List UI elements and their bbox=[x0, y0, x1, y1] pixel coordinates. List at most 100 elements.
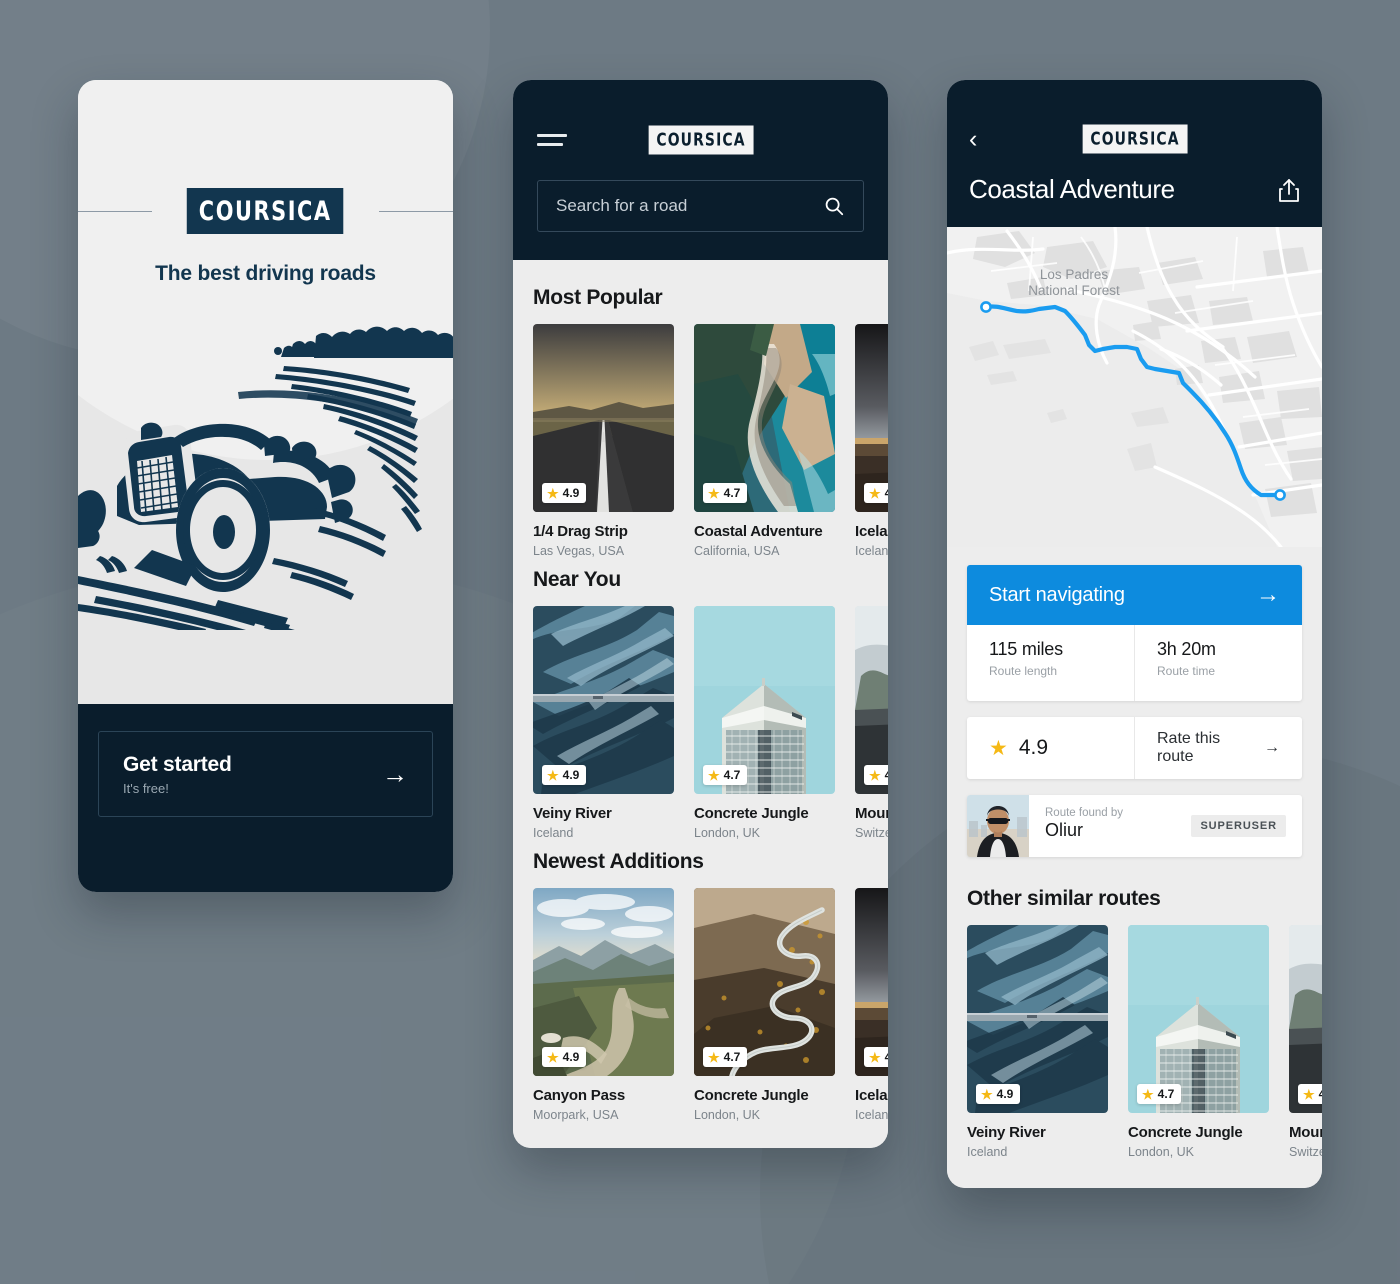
card-location: California, USA bbox=[694, 544, 780, 558]
card-carousel[interactable]: ★ 4.9 1/4 Drag Strip Las Vegas, USA ★ 4.… bbox=[513, 324, 888, 558]
card-title: Canyon Pass bbox=[533, 1087, 626, 1104]
author-kicker: Route found by bbox=[1045, 807, 1124, 819]
card-title: 1/4 Drag Strip bbox=[533, 523, 628, 540]
hamburger-menu-icon[interactable] bbox=[537, 134, 567, 146]
card-carousel[interactable]: ★ 4.9 Veiny River Iceland ★ 4.7 Concrete… bbox=[947, 925, 1322, 1159]
status-badge: ★ 4.6 bbox=[864, 483, 888, 503]
rating-value: 4.8 bbox=[885, 768, 888, 782]
divider-right bbox=[378, 210, 453, 212]
card-carousel[interactable]: ★ 4.9 Veiny River Iceland ★ 4.7 Concrete… bbox=[513, 606, 888, 840]
rating-value: 4.6 bbox=[885, 1050, 888, 1064]
rate-this-route-button[interactable]: Rate this route → bbox=[1134, 717, 1302, 779]
card-thumbnail-dark-plain-dusk: ★ 4.6 bbox=[855, 324, 888, 512]
card-title: Iceland Ring Road bbox=[855, 1087, 888, 1104]
status-badge: ★ 4.6 bbox=[864, 1047, 888, 1067]
list-item[interactable]: ★ 4.7 Concrete Jungle London, UK bbox=[694, 888, 835, 1122]
star-icon: ★ bbox=[708, 1049, 720, 1065]
search-icon[interactable] bbox=[823, 195, 845, 217]
brand-row: COURSICA bbox=[78, 188, 453, 234]
section-newest-additions: Newest Additions ★ 4.9 Canyon Pass Moorp… bbox=[513, 850, 888, 1122]
card-location: Moorpark, USA bbox=[533, 1108, 619, 1122]
avatar bbox=[967, 795, 1029, 857]
status-badge: ★ 4.7 bbox=[703, 1047, 748, 1067]
start-navigating-button[interactable]: Start navigating → bbox=[967, 565, 1302, 625]
list-item[interactable]: ★ 4.8 Mountain Pass Switzerland bbox=[1289, 925, 1322, 1159]
route-stats: 115 miles Route length 3h 20m Route time bbox=[967, 625, 1302, 701]
list-item[interactable]: ★ 4.7 Coastal Adventure California, USA bbox=[694, 324, 835, 558]
card-location: Iceland bbox=[855, 544, 888, 558]
card-thumbnail-desert-highway: ★ 4.9 bbox=[533, 324, 674, 512]
star-icon: ★ bbox=[869, 767, 881, 783]
list-item[interactable]: ★ 4.9 Canyon Pass Moorpark, USA bbox=[533, 888, 674, 1122]
card-location: London, UK bbox=[694, 1108, 761, 1122]
rating-value: 4.9 bbox=[996, 1087, 1014, 1101]
page-title: Coastal Adventure bbox=[969, 174, 1175, 204]
share-icon[interactable] bbox=[1278, 177, 1300, 203]
list-item[interactable]: ★ 4.6 Iceland Ring Road Iceland bbox=[855, 888, 888, 1122]
list-item[interactable]: ★ 4.8 Mountain Pass Switzerland bbox=[855, 606, 888, 840]
rating-value: 4.7 bbox=[723, 1050, 741, 1064]
card-thumbnail-dark-plain-dusk: ★ 4.6 bbox=[855, 888, 888, 1076]
card-carousel[interactable]: ★ 4.9 Canyon Pass Moorpark, USA ★ 4.7 Co… bbox=[513, 888, 888, 1122]
list-item[interactable]: ★ 4.6 Iceland Ring Road Iceland bbox=[855, 324, 888, 558]
rating-value: 4.9 bbox=[562, 1050, 580, 1064]
card-location: London, UK bbox=[694, 826, 761, 840]
section-most-popular: Most Popular ★ 4.9 1/4 Drag Strip Las Ve… bbox=[513, 286, 888, 558]
card-location: Iceland bbox=[967, 1145, 1008, 1159]
tagline: The best driving roads bbox=[155, 262, 376, 285]
card-title: Concrete Jungle bbox=[694, 805, 809, 822]
author-name: Oliur bbox=[1045, 820, 1084, 840]
get-started-button[interactable]: Get started It's free! → bbox=[98, 731, 433, 817]
card-thumbnail-skyscraper-tower: ★ 4.7 bbox=[1128, 925, 1269, 1113]
list-item[interactable]: ★ 4.9 Veiny River Iceland bbox=[533, 606, 674, 840]
status-badge: ★ 4.8 bbox=[864, 765, 888, 785]
arrow-right-icon: → bbox=[1264, 739, 1280, 756]
card-title: Coastal Adventure bbox=[694, 523, 823, 540]
rating-value: 4.7 bbox=[723, 486, 741, 500]
list-item[interactable]: ★ 4.7 Concrete Jungle London, UK bbox=[1128, 925, 1269, 1159]
card-thumbnail-veiny-river-aerial: ★ 4.9 bbox=[967, 925, 1108, 1113]
search-placeholder: Search for a road bbox=[556, 196, 688, 215]
card-location: Las Vegas, USA bbox=[533, 544, 625, 558]
card-title: Mountain Pass bbox=[1289, 1124, 1322, 1141]
rating-value: 4.7 bbox=[723, 768, 741, 782]
arrow-right-icon: → bbox=[382, 759, 408, 789]
rating-value: 4.7 bbox=[1157, 1087, 1175, 1101]
list-item[interactable]: ★ 4.7 Concrete Jungle London, UK bbox=[694, 606, 835, 840]
status-badge: ★ 4.9 bbox=[542, 483, 587, 503]
list-item[interactable]: ★ 4.9 Veiny River Iceland bbox=[967, 925, 1108, 1159]
card-thumbnail-foggy-mountain-car: ★ 4.8 bbox=[1289, 925, 1322, 1113]
search-input[interactable]: Search for a road bbox=[537, 180, 864, 232]
rating-value: 4.9 bbox=[1018, 736, 1049, 759]
list-item[interactable]: ★ 4.9 1/4 Drag Strip Las Vegas, USA bbox=[533, 324, 674, 558]
section-title: Most Popular bbox=[533, 286, 663, 309]
get-started-sublabel: It's free! bbox=[123, 780, 169, 796]
stat-label: Route time bbox=[1157, 664, 1216, 678]
rate-this-route-label: Rate this route bbox=[1157, 730, 1221, 765]
section-title: Other similar routes bbox=[967, 887, 1161, 910]
route-detail-panels: Start navigating → 115 miles Route lengt… bbox=[947, 547, 1322, 883]
route-header: ‹ COURSICA Coastal Adventure bbox=[947, 80, 1322, 227]
card-thumbnail-skyscraper-tower: ★ 4.7 bbox=[694, 606, 835, 794]
status-badge: ★ 4.9 bbox=[976, 1084, 1021, 1104]
rating-value: 4.9 bbox=[562, 486, 580, 500]
author-meta: Route found by Oliur bbox=[1029, 795, 1191, 857]
star-icon: ★ bbox=[989, 736, 1008, 760]
status-badge: ★ 4.7 bbox=[1137, 1084, 1182, 1104]
route-map[interactable]: Los Padres National Forest bbox=[947, 227, 1322, 547]
superuser-badge: SUPERUSER bbox=[1191, 815, 1286, 837]
arrow-right-icon: → bbox=[1256, 581, 1280, 608]
coursica-logo: COURSICA bbox=[187, 188, 344, 234]
card-title: Veiny River bbox=[533, 805, 612, 822]
card-title: Veiny River bbox=[967, 1124, 1046, 1141]
browse-screen: COURSICA Search for a road Most Popular bbox=[513, 80, 888, 1148]
chevron-left-icon[interactable]: ‹ bbox=[969, 126, 977, 152]
rating-value: 4.9 bbox=[562, 768, 580, 782]
rating-value: 4.6 bbox=[885, 486, 888, 500]
route-author-card[interactable]: Route found by Oliur SUPERUSER bbox=[967, 795, 1302, 857]
onboarding-screen: COURSICA The best driving roads Get star… bbox=[78, 80, 453, 892]
status-badge: ★ 4.9 bbox=[542, 765, 587, 785]
rating-card: ★ 4.9 Rate this route → bbox=[967, 717, 1302, 779]
route-end-marker bbox=[1274, 489, 1286, 501]
star-icon: ★ bbox=[1142, 1086, 1154, 1102]
